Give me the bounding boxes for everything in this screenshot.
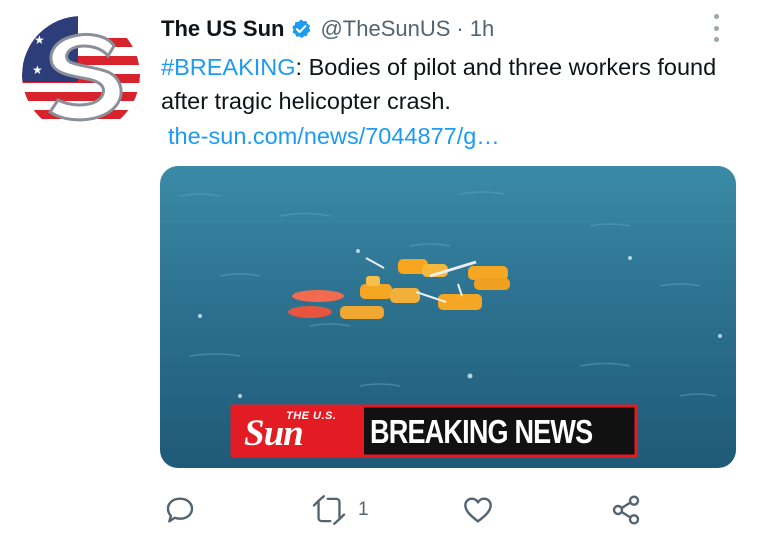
tweet-header: The US Sun @TheSunUS · 1h xyxy=(161,14,494,44)
svg-text:★: ★ xyxy=(34,33,45,47)
svg-text:★: ★ xyxy=(32,63,43,77)
tweet-text: #BREAKING: Bodies of pilot and three wor… xyxy=(161,50,741,118)
like-button[interactable] xyxy=(462,488,494,532)
avatar[interactable]: ★ ★ ★ xyxy=(22,16,140,134)
verified-badge-icon xyxy=(290,18,312,40)
banner-brand-logo: Sun xyxy=(244,413,304,454)
retweet-icon xyxy=(312,494,346,526)
heart-icon xyxy=(462,494,494,526)
tweet-time[interactable]: 1h xyxy=(470,16,494,42)
more-options-icon[interactable] xyxy=(708,14,724,42)
hashtag-link[interactable]: #BREAKING xyxy=(161,54,296,80)
author-handle[interactable]: @TheSunUS xyxy=(320,16,450,42)
tweet-media-image[interactable]: THE U.S. Sun BREAKING NEWS xyxy=(160,166,736,468)
reply-icon xyxy=(164,494,196,526)
retweet-button[interactable]: 1 xyxy=(312,488,369,532)
banner-breaking-news: BREAKING NEWS xyxy=(370,413,593,450)
separator-dot: · xyxy=(456,16,464,41)
article-link[interactable]: the-sun.com/news/7044877/g… xyxy=(168,119,500,153)
reply-button[interactable] xyxy=(164,488,196,532)
retweet-count: 1 xyxy=(358,499,369,520)
author-name[interactable]: The US Sun xyxy=(161,16,284,42)
share-button[interactable] xyxy=(610,488,642,532)
tweet-action-bar: 1 xyxy=(0,488,760,532)
share-icon xyxy=(610,494,642,526)
